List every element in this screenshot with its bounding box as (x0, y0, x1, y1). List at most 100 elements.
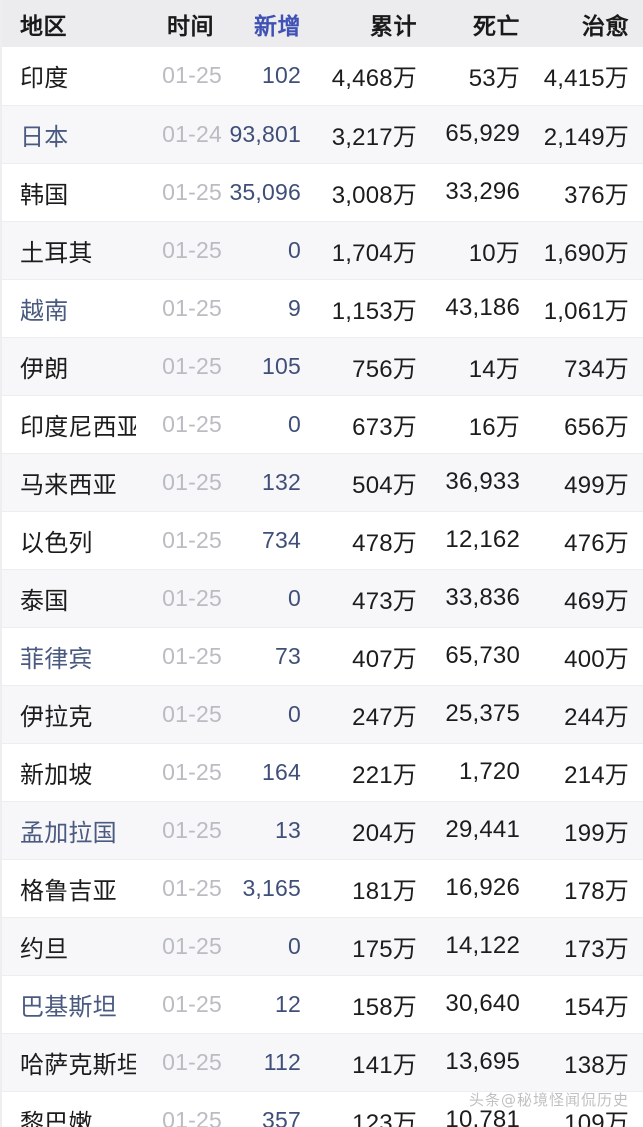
table-row[interactable]: 以色列 01-25 734 478万 12,162 476万 (2, 510, 643, 569)
cell-death: 10,781 (431, 1090, 534, 1127)
cell-time: 01-25 (136, 278, 228, 337)
cell-total: 247万 (315, 684, 431, 743)
cell-death: 13,695 (431, 1032, 534, 1091)
column-header-total[interactable]: 累计 (315, 0, 431, 47)
cell-time: 01-25 (136, 1032, 228, 1091)
cell-total: 158万 (315, 974, 431, 1033)
cell-new: 164 (228, 742, 315, 801)
table-row[interactable]: 新加坡 01-25 164 221万 1,720 214万 (2, 742, 643, 801)
cell-death: 65,730 (431, 626, 534, 685)
cell-cured: 138万 (534, 1032, 643, 1091)
cell-new: 9 (228, 278, 315, 337)
cell-region: 伊朗 (2, 336, 136, 395)
cell-new: 0 (228, 394, 315, 453)
cell-region: 约旦 (2, 916, 136, 975)
cell-new: 102 (262, 62, 301, 89)
cell-time: 01-25 (136, 394, 228, 453)
cell-new: 734 (228, 510, 315, 569)
column-header-time[interactable]: 时间 (136, 0, 228, 47)
table-row[interactable]: 巴基斯坦 01-25 12 158万 30,640 154万 (2, 974, 643, 1033)
column-header-cured[interactable]: 治愈 (534, 0, 643, 47)
cell-time: 01-25 (136, 1090, 228, 1127)
cell-new: 0 (228, 916, 315, 975)
cell-time: 01-25 (136, 336, 228, 395)
table-row[interactable]: 伊朗 01-25 105 756万 14万 734万 (2, 336, 643, 395)
cell-total: 4,468万 (331, 65, 417, 93)
cell-total: 504万 (315, 452, 431, 511)
table-row[interactable]: 印度尼西亚 01-25 0 673万 16万 656万 (2, 394, 643, 453)
table-row[interactable]: 哈萨克斯坦 01-25 112 141万 13,695 138万 (2, 1032, 643, 1091)
cell-region: 黎巴嫩 (2, 1090, 136, 1127)
cell-total: 123万 (315, 1090, 431, 1127)
table-row[interactable]: 伊拉克 01-25 0 247万 25,375 244万 (2, 684, 643, 743)
cell-cured: 469万 (534, 568, 643, 627)
covid-stats-panel: 地区 时间 新增 累计 死亡 治愈 印度 01-25 102 4,468万 53万 4,4… (0, 0, 643, 1127)
cell-death: 33,836 (431, 568, 534, 627)
cell-total: 407万 (315, 626, 431, 685)
cell-region: 格鲁吉亚 (2, 858, 136, 917)
header-row: 地区 时间 新增 累计 死亡 治愈 (2, 0, 643, 47)
table-row[interactable]: 格鲁吉亚 01-25 3,165 181万 16,926 178万 (2, 858, 643, 917)
cell-new: 112 (228, 1032, 315, 1091)
table-row[interactable]: 泰国 01-25 0 473万 33,836 469万 (2, 568, 643, 627)
cell-region: 新加坡 (2, 742, 136, 801)
cell-new: 12 (228, 974, 315, 1033)
cell-death: 29,441 (431, 800, 534, 859)
cell-time: 01-25 (162, 62, 222, 89)
cell-death: 25,375 (431, 684, 534, 743)
cell-new: 13 (228, 800, 315, 859)
table-header: 地区 时间 新增 累计 死亡 治愈 (2, 0, 643, 47)
table-row[interactable]: 孟加拉国 01-25 13 204万 29,441 199万 (2, 800, 643, 859)
cell-total: 204万 (315, 800, 431, 859)
cell-new: 3,165 (228, 858, 315, 917)
cell-time: 01-24 (136, 104, 228, 163)
cell-region[interactable]: 日本 (2, 104, 136, 163)
cell-region[interactable]: 越南 (2, 278, 136, 337)
cell-cured: 173万 (534, 916, 643, 975)
cell-total: 3,217万 (315, 104, 431, 163)
cell-region: 以色列 (2, 510, 136, 569)
cell-total: 478万 (315, 510, 431, 569)
cell-cured: 1,061万 (534, 278, 643, 337)
cell-new: 132 (228, 452, 315, 511)
cell-time: 01-25 (136, 684, 228, 743)
cell-region: 泰国 (2, 568, 136, 627)
cell-new: 357 (228, 1090, 315, 1127)
cell-death: 10万 (431, 220, 534, 279)
table-row[interactable]: 菲律宾 01-25 73 407万 65,730 400万 (2, 626, 643, 685)
table-row[interactable]: 日本 01-24 93,801 3,217万 65,929 2,149万 (2, 104, 643, 163)
cell-new: 0 (228, 684, 315, 743)
column-header-new[interactable]: 新增 (228, 0, 315, 47)
table-row[interactable]: 马来西亚 01-25 132 504万 36,933 499万 (2, 452, 643, 511)
table-row[interactable]: 黎巴嫩 01-25 357 123万 10,781 109万 (2, 1090, 643, 1127)
cell-new: 0 (228, 568, 315, 627)
cell-death: 16万 (431, 394, 534, 453)
cell-death: 16,926 (431, 858, 534, 917)
table-row[interactable]: 越南 01-25 9 1,153万 43,186 1,061万 (2, 278, 643, 337)
cell-death: 36,933 (431, 452, 534, 511)
cell-new: 105 (228, 336, 315, 395)
cell-cured: 244万 (534, 684, 643, 743)
column-header-region[interactable]: 地区 (2, 0, 136, 47)
cell-total: 756万 (315, 336, 431, 395)
cell-new: 35,096 (228, 162, 315, 221)
cell-region[interactable]: 菲律宾 (2, 626, 136, 685)
table-row[interactable]: 印度 01-25 102 4,468万 53万 4,415万 (2, 47, 643, 105)
covid-stats-table: 地区 时间 新增 累计 死亡 治愈 印度 01-25 102 4,468万 53万 4,4… (2, 0, 643, 1127)
cell-total: 673万 (315, 394, 431, 453)
table-row[interactable]: 韩国 01-25 35,096 3,008万 33,296 376万 (2, 162, 643, 221)
column-header-death[interactable]: 死亡 (431, 0, 534, 47)
cell-cured: 376万 (534, 162, 643, 221)
table-row[interactable]: 约旦 01-25 0 175万 14,122 173万 (2, 916, 643, 975)
cell-region[interactable]: 孟加拉国 (2, 800, 136, 859)
table-row[interactable]: 土耳其 01-25 0 1,704万 10万 1,690万 (2, 220, 643, 279)
cell-time: 01-25 (136, 568, 228, 627)
cell-cured: 2,149万 (534, 104, 643, 163)
cell-region: 马来西亚 (2, 452, 136, 511)
cell-region[interactable]: 巴基斯坦 (2, 974, 136, 1033)
cell-time: 01-25 (136, 626, 228, 685)
cell-death: 1,720 (431, 742, 534, 801)
cell-cured: 109万 (534, 1090, 643, 1127)
cell-new: 73 (228, 626, 315, 685)
cell-death: 30,640 (431, 974, 534, 1033)
